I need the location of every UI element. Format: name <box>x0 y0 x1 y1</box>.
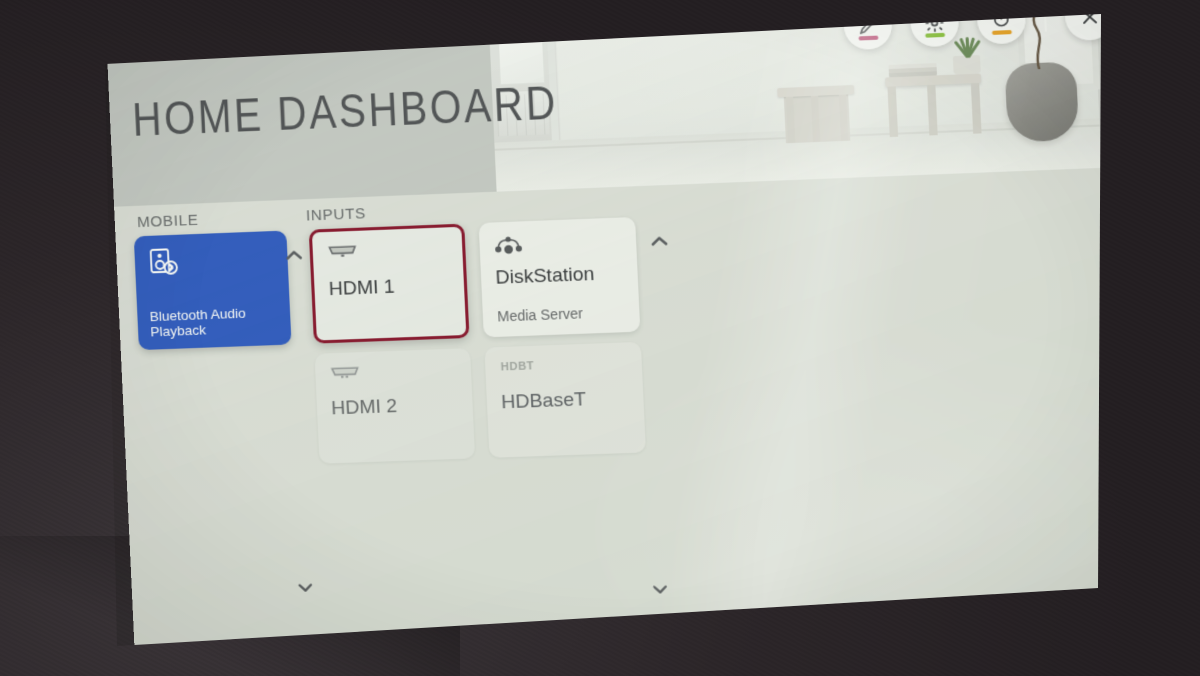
scroll-up-mobile-button[interactable] <box>285 246 303 264</box>
banner-books <box>888 63 938 78</box>
card-title: Bluetooth Audio Playback <box>149 305 247 340</box>
mobile-column-label: MOBILE <box>136 211 199 232</box>
card-title: HDBaseT <box>500 388 587 414</box>
inputs-column-label: INPUTS <box>305 204 367 225</box>
card-hdmi-2[interactable]: HDMI 2 <box>314 348 476 464</box>
banner-stool <box>777 84 855 144</box>
card-hdbaset[interactable]: HDBT HDBaseT <box>484 341 646 458</box>
hdbt-logo-icon: HDBT <box>500 360 535 374</box>
hdmi-port-icon <box>329 364 361 387</box>
card-hdmi-1[interactable]: HDMI 1 <box>308 223 470 344</box>
card-subtitle: Media Server <box>496 305 584 325</box>
dashboard-body: MOBILE INPUTS Bluetooth Audio Playback H… <box>114 166 1101 646</box>
settings-accent-bar <box>925 32 946 38</box>
home-dashboard-ui: HOME DASHBOARD MOBILE INPUTS Bluetooth A… <box>105 14 1101 646</box>
hdmi-port-icon <box>327 243 359 266</box>
scroll-up-inputs-button[interactable] <box>650 232 668 250</box>
bluetooth-speaker-icon <box>149 247 179 284</box>
card-title: DiskStation <box>495 263 595 289</box>
card-bluetooth-audio-playback[interactable]: Bluetooth Audio Playback <box>133 230 292 351</box>
refresh-accent-bar <box>991 29 1012 35</box>
card-title: HDMI 2 <box>330 395 398 420</box>
edit-accent-bar <box>858 35 879 41</box>
scroll-down-inputs-button[interactable] <box>652 580 668 598</box>
card-diskstation[interactable]: DiskStation Media Server <box>478 216 641 338</box>
banner-side-table <box>884 73 984 138</box>
network-share-icon <box>494 234 524 267</box>
tv-screen-panel: HOME DASHBOARD MOBILE INPUTS Bluetooth A… <box>105 14 1101 646</box>
scroll-down-mobile-button[interactable] <box>297 578 313 596</box>
card-title: HDMI 1 <box>328 276 396 301</box>
